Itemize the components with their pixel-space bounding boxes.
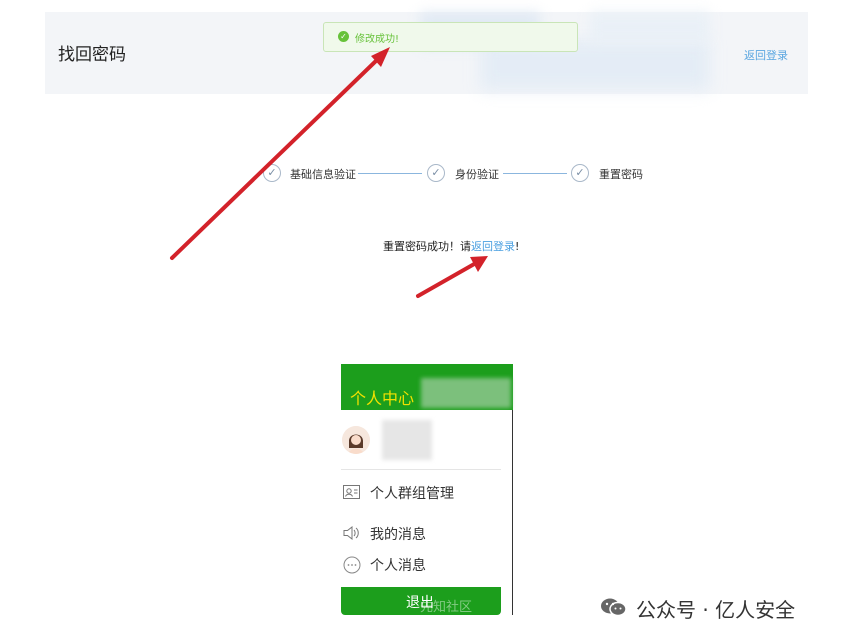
- red-arrow: [170, 47, 390, 260]
- annotation-overlay: [170, 47, 488, 298]
- red-arrow: [416, 256, 488, 298]
